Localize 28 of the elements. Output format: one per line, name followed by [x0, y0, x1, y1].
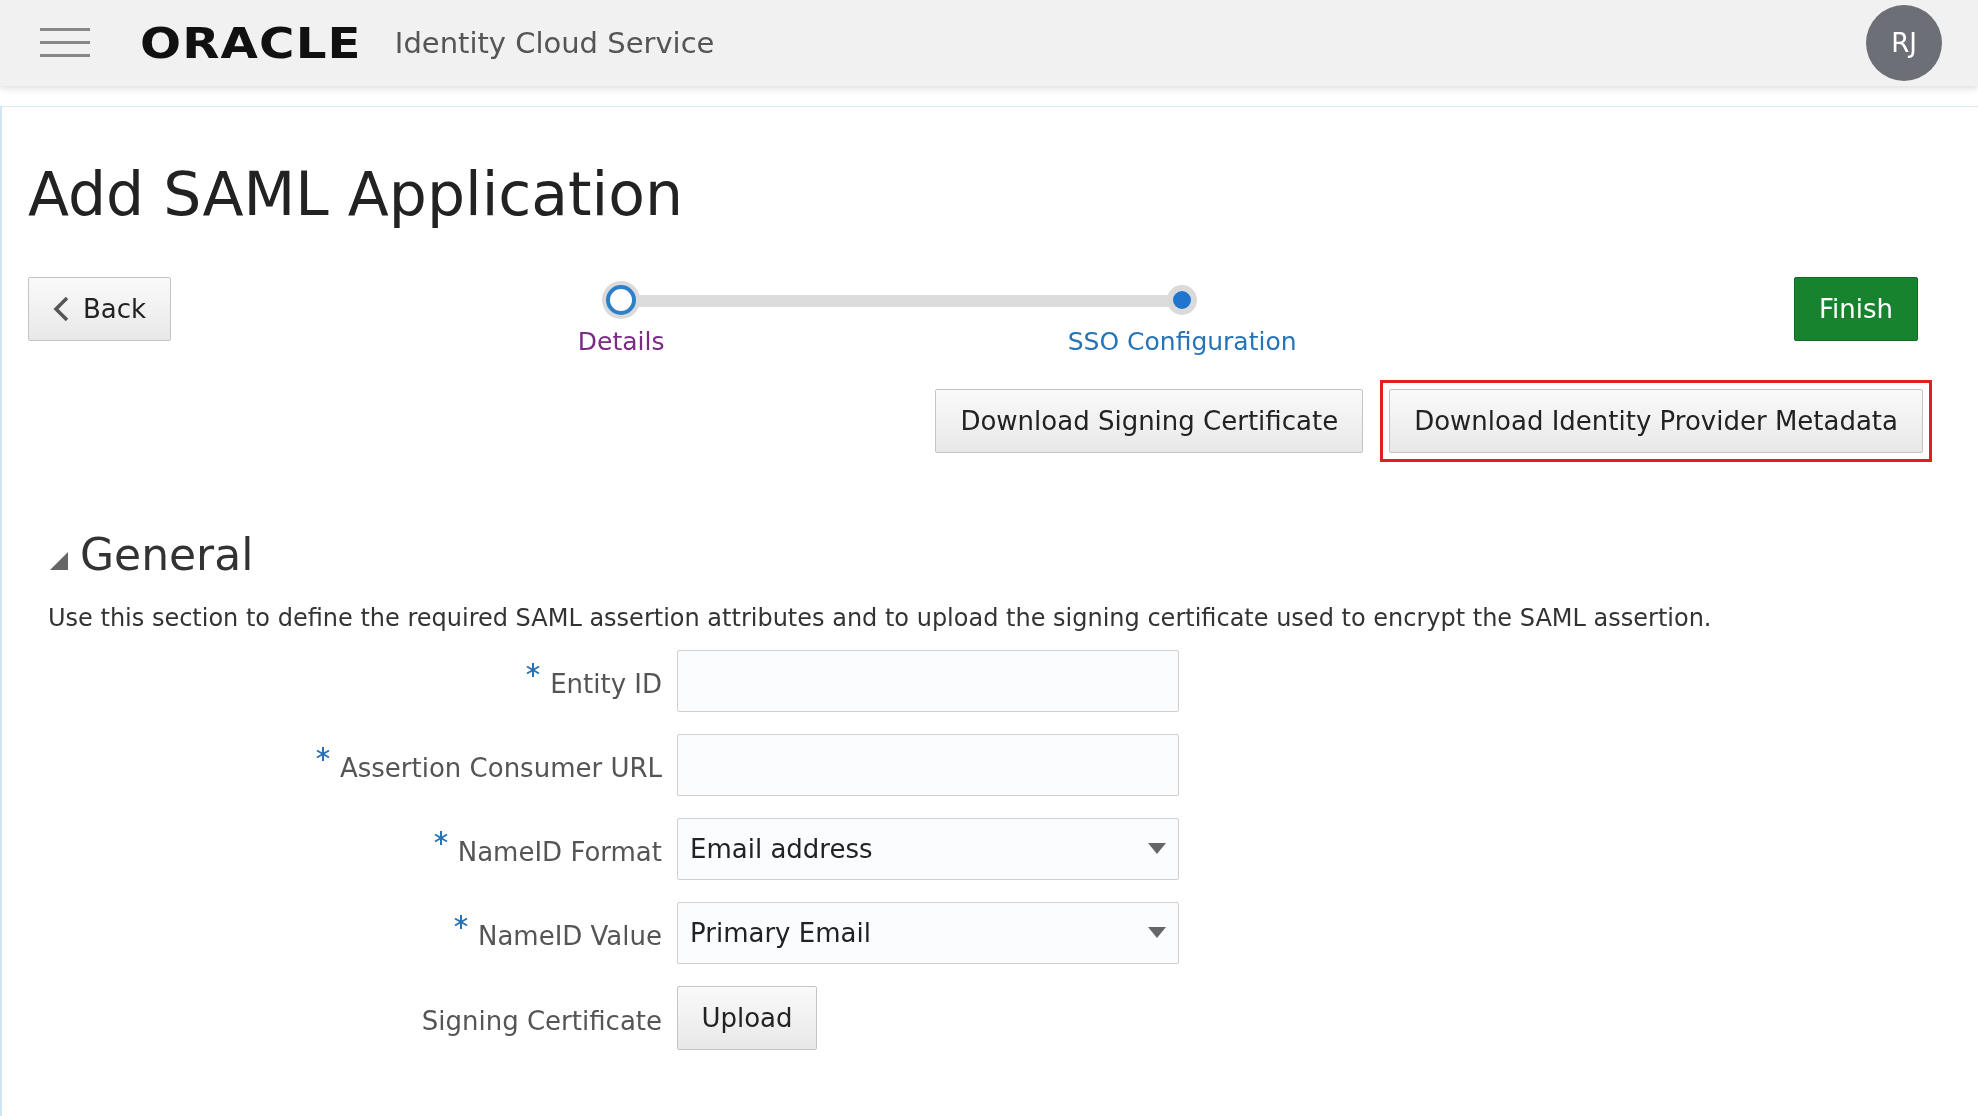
download-button[interactable]: Download Identity Provider Metadata — [1389, 389, 1923, 453]
user-avatar[interactable]: RJ — [1866, 5, 1942, 81]
section-title: General — [80, 529, 254, 580]
field-label: NameID Format — [457, 837, 662, 867]
section-description: Use this section to define the required SAML assertion attributes and to upload the signing certificate used to encrypt the SAML assertion. — [48, 604, 1713, 632]
menu-icon[interactable] — [40, 28, 90, 58]
step-dot[interactable] — [606, 285, 637, 315]
back-button[interactable]: Back — [28, 277, 172, 341]
field-label: NameID Value — [477, 921, 662, 951]
field-label: Signing Certificate — [421, 1006, 662, 1036]
field-label: Assertion Consumer URL — [339, 753, 662, 783]
finish-button[interactable]: Finish — [1794, 277, 1918, 341]
chevron-left-icon — [53, 296, 69, 322]
product-name: Identity Cloud Service — [394, 26, 715, 60]
step-label[interactable]: SSO Configuration — [1067, 327, 1297, 356]
logo: ORACLE — [140, 18, 362, 68]
input-field[interactable] — [677, 650, 1179, 712]
dropdown-field[interactable]: Email address — [677, 818, 1179, 880]
upload-button[interactable]: Upload — [677, 986, 817, 1050]
field-label: Entity ID — [550, 669, 662, 699]
dropdown-field[interactable]: Primary Email — [677, 902, 1179, 964]
step-label[interactable]: Details — [577, 327, 665, 356]
page-title: Add SAML Application — [28, 159, 684, 229]
collapse-triangle-icon[interactable] — [48, 550, 70, 572]
dropdown-caret-icon — [1148, 843, 1166, 855]
download-button[interactable]: Download Signing Certificate — [935, 389, 1364, 453]
dropdown-caret-icon — [1148, 927, 1166, 939]
input-field[interactable] — [677, 734, 1179, 796]
